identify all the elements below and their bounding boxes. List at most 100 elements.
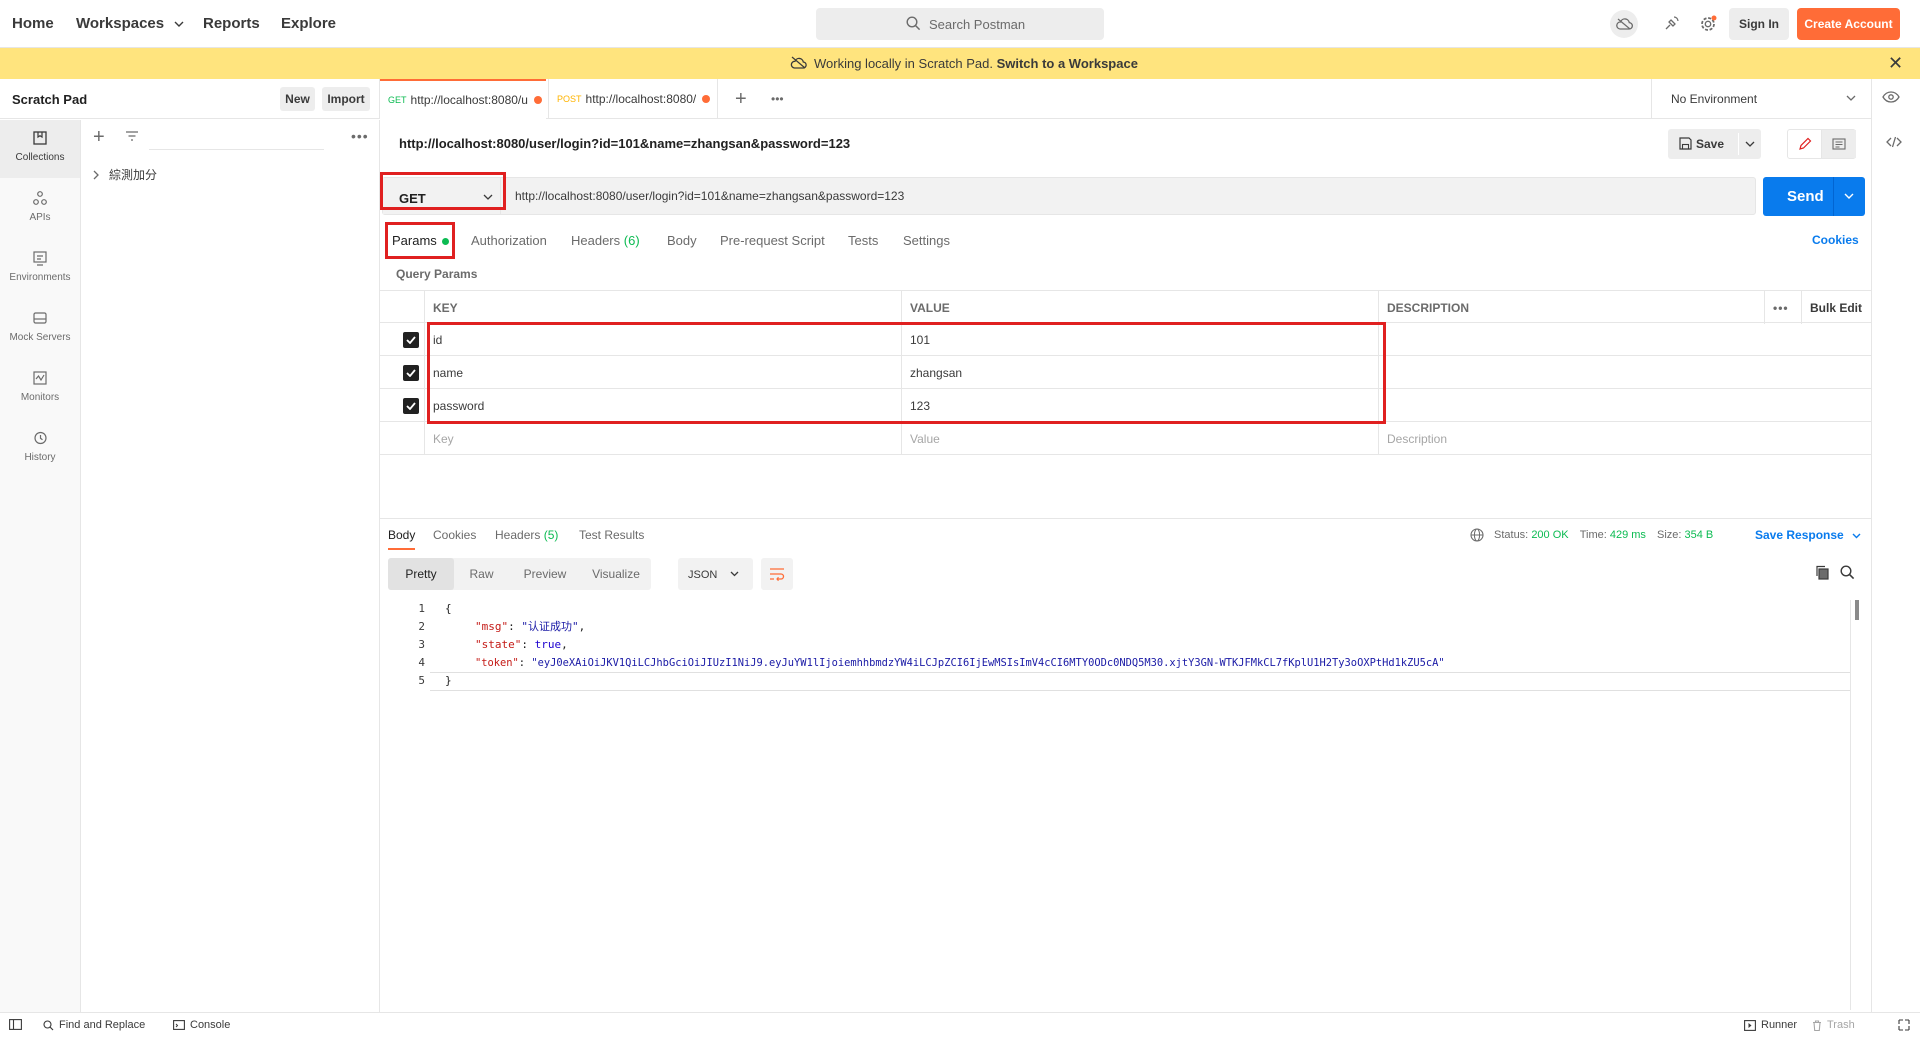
tab-tests[interactable]: Tests: [848, 233, 878, 248]
apis-icon: [32, 190, 48, 212]
eye-icon[interactable]: [1882, 91, 1900, 103]
new-description-input[interactable]: Description: [1378, 422, 1871, 455]
sync-cloud-icon[interactable]: [1610, 10, 1638, 38]
tab-overflow-icon[interactable]: •••: [763, 79, 793, 119]
line-number: 2: [418, 620, 425, 633]
bulk-edit-button[interactable]: Bulk Edit: [1801, 291, 1871, 324]
sidebar-item-collections[interactable]: Collections: [0, 120, 80, 178]
sidebar-item-label: History: [24, 452, 56, 463]
language-selector[interactable]: JSON: [678, 558, 753, 590]
filter-icon[interactable]: [125, 131, 139, 141]
tab-test-results[interactable]: Test Results: [579, 528, 644, 542]
globe-icon[interactable]: [1470, 528, 1484, 542]
param-description[interactable]: [1378, 389, 1871, 422]
new-value-input[interactable]: Value: [901, 422, 1378, 455]
tab-post-request[interactable]: POST http://localhost:8080/: [548, 79, 718, 119]
response-headers-count: (5): [543, 528, 559, 542]
line-number: 3: [418, 638, 425, 651]
checkbox-checked-icon[interactable]: [403, 398, 419, 414]
sidebar-item-monitors[interactable]: Monitors: [0, 360, 80, 418]
sidebar-item-history[interactable]: History: [0, 420, 80, 478]
format-pretty[interactable]: Pretty: [388, 558, 454, 590]
close-icon[interactable]: ✕: [1888, 54, 1903, 72]
url-input[interactable]: http://localhost:8080/user/login?id=101&…: [515, 189, 904, 203]
new-tab-icon[interactable]: +: [727, 79, 755, 119]
environment-selector[interactable]: No Environment: [1651, 79, 1871, 119]
trash-button[interactable]: Trash: [1812, 1019, 1855, 1031]
filter-input[interactable]: [149, 128, 324, 150]
nav-workspaces[interactable]: Workspaces: [76, 15, 184, 32]
save-button[interactable]: Save: [1668, 129, 1761, 159]
more-options-icon[interactable]: •••: [351, 128, 369, 144]
tab-settings[interactable]: Settings: [903, 233, 950, 248]
send-button[interactable]: Send: [1763, 177, 1865, 216]
sidebar-item-apis[interactable]: APIs: [0, 180, 80, 238]
satellite-icon[interactable]: [1657, 10, 1685, 38]
collection-name: 綜測加分: [109, 168, 158, 182]
json-key: "token": [475, 657, 519, 669]
checkbox-checked-icon[interactable]: [403, 332, 419, 348]
nav-reports[interactable]: Reports: [203, 15, 260, 32]
chevron-down-icon[interactable]: [1844, 193, 1854, 199]
add-collection-icon[interactable]: +: [93, 126, 105, 149]
status-bar: Find and Replace Console Runner Trash: [0, 1012, 1920, 1037]
sidebar-item-label: Environments: [9, 272, 71, 283]
collection-item[interactable]: 綜測加分: [93, 166, 157, 183]
format-preview[interactable]: Preview: [509, 558, 581, 590]
sidebar-item-label: Collections: [15, 152, 65, 163]
format-raw[interactable]: Raw: [454, 558, 509, 590]
save-response-button[interactable]: Save Response: [1755, 528, 1861, 542]
search-icon[interactable]: [1840, 565, 1855, 580]
toggle-sidebar-icon[interactable]: [9, 1019, 27, 1030]
settings-gear-icon[interactable]: [1694, 10, 1722, 38]
tab-authorization[interactable]: Authorization: [471, 233, 547, 248]
sign-in-button[interactable]: Sign In: [1729, 8, 1789, 40]
console-label: Console: [190, 1019, 231, 1031]
find-replace-label: Find and Replace: [59, 1019, 146, 1031]
console-button[interactable]: Console: [173, 1019, 230, 1031]
sidebar-item-environments[interactable]: Environments: [0, 240, 80, 298]
import-button[interactable]: Import: [322, 87, 370, 111]
chevron-down-icon[interactable]: [1745, 141, 1755, 147]
cookies-link[interactable]: Cookies: [1812, 233, 1859, 247]
checkbox-checked-icon[interactable]: [403, 365, 419, 381]
documentation-icon[interactable]: [1822, 130, 1856, 158]
help-grid-icon[interactable]: [1898, 1019, 1915, 1031]
tab-response-headers[interactable]: Headers (5): [495, 528, 558, 542]
find-replace-button[interactable]: Find and Replace: [43, 1019, 145, 1031]
tab-headers[interactable]: Headers (6): [571, 233, 640, 248]
collections-icon: [32, 130, 48, 152]
new-button[interactable]: New: [280, 87, 315, 111]
copy-icon[interactable]: [1815, 565, 1830, 580]
new-key-input[interactable]: Key: [424, 422, 901, 455]
tab-pre-request-script[interactable]: Pre-request Script: [720, 233, 825, 248]
wrap-lines-icon[interactable]: [761, 558, 793, 590]
tab-get-request[interactable]: GET http://localhost:8080/u: [380, 79, 546, 119]
collections-pane: + ••• 綜測加分: [81, 120, 380, 1012]
table-more-options-icon[interactable]: •••: [1764, 291, 1801, 324]
editor-scrollbar-thumb[interactable]: [1855, 600, 1859, 620]
cloud-off-icon: [790, 56, 807, 69]
search-input[interactable]: Search Postman: [816, 8, 1104, 40]
code-open-brace: {: [445, 602, 452, 615]
edit-pencil-icon[interactable]: [1788, 130, 1822, 158]
param-description[interactable]: [1378, 323, 1871, 356]
sidebar-item-mock-servers[interactable]: Mock Servers: [0, 300, 80, 358]
nav-home[interactable]: Home: [12, 15, 54, 32]
tab-response-body[interactable]: Body: [388, 528, 416, 550]
search-icon: [906, 16, 921, 31]
runner-button[interactable]: Runner: [1744, 1019, 1797, 1031]
param-description[interactable]: [1378, 356, 1871, 389]
code-line-state: "state": true,: [475, 638, 568, 651]
code-snippet-icon[interactable]: [1886, 136, 1902, 148]
tab-response-cookies[interactable]: Cookies: [433, 528, 476, 542]
nav-explore[interactable]: Explore: [281, 15, 336, 32]
tab-body[interactable]: Body: [667, 233, 697, 248]
time-value: 429 ms: [1609, 529, 1646, 541]
chevron-down-icon: [1852, 533, 1861, 539]
json-value: true: [534, 638, 562, 651]
switch-workspace-link[interactable]: Switch to a Workspace: [997, 56, 1138, 71]
format-visualize[interactable]: Visualize: [581, 558, 651, 590]
tab-method: POST: [557, 94, 582, 104]
create-account-button[interactable]: Create Account: [1797, 8, 1900, 40]
